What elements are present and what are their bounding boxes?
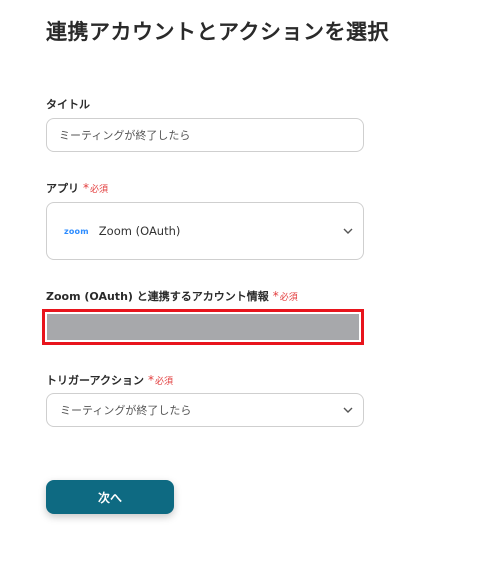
app-name: Zoom (OAuth): [98, 224, 181, 238]
trigger-field-label: トリガーアクション * 必須: [46, 372, 173, 388]
app-label-text: アプリ: [46, 182, 79, 195]
title-field-label: タイトル: [46, 96, 90, 112]
zoom-logo-icon: zoom: [64, 226, 89, 236]
trigger-select[interactable]: ミーティングが終了したら: [46, 393, 364, 427]
required-text: 必須: [155, 376, 174, 387]
trigger-select-value: ミーティングが終了したら: [60, 404, 192, 417]
app-field-label: アプリ * 必須: [46, 180, 108, 196]
required-badge: * 必須: [273, 289, 298, 303]
app-select[interactable]: zoom Zoom (OAuth): [46, 202, 364, 260]
chevron-down-icon: [333, 407, 363, 413]
next-button[interactable]: 次へ: [46, 480, 174, 514]
required-badge: * 必須: [83, 181, 108, 195]
chevron-down-icon: [333, 228, 363, 234]
title-input[interactable]: [47, 128, 363, 142]
account-label-text: Zoom (OAuth) と連携するアカウント情報: [46, 290, 269, 303]
required-badge: * 必須: [148, 373, 173, 387]
title-label-text: タイトル: [46, 98, 90, 111]
app-select-value: zoom Zoom (OAuth): [47, 224, 333, 238]
required-text: 必須: [279, 292, 298, 303]
required-star-icon: *: [83, 181, 89, 195]
required-text: 必須: [90, 184, 109, 195]
account-field-label: Zoom (OAuth) と連携するアカウント情報 * 必須: [46, 288, 298, 304]
trigger-label-text: トリガーアクション: [46, 374, 145, 387]
required-star-icon: *: [148, 373, 155, 387]
page-title: 連携アカウントとアクションを選択: [46, 20, 389, 44]
title-input-wrapper: [46, 118, 364, 152]
required-star-icon: *: [272, 289, 279, 303]
account-select-highlight: [42, 309, 364, 345]
account-select-redacted[interactable]: [47, 314, 359, 340]
